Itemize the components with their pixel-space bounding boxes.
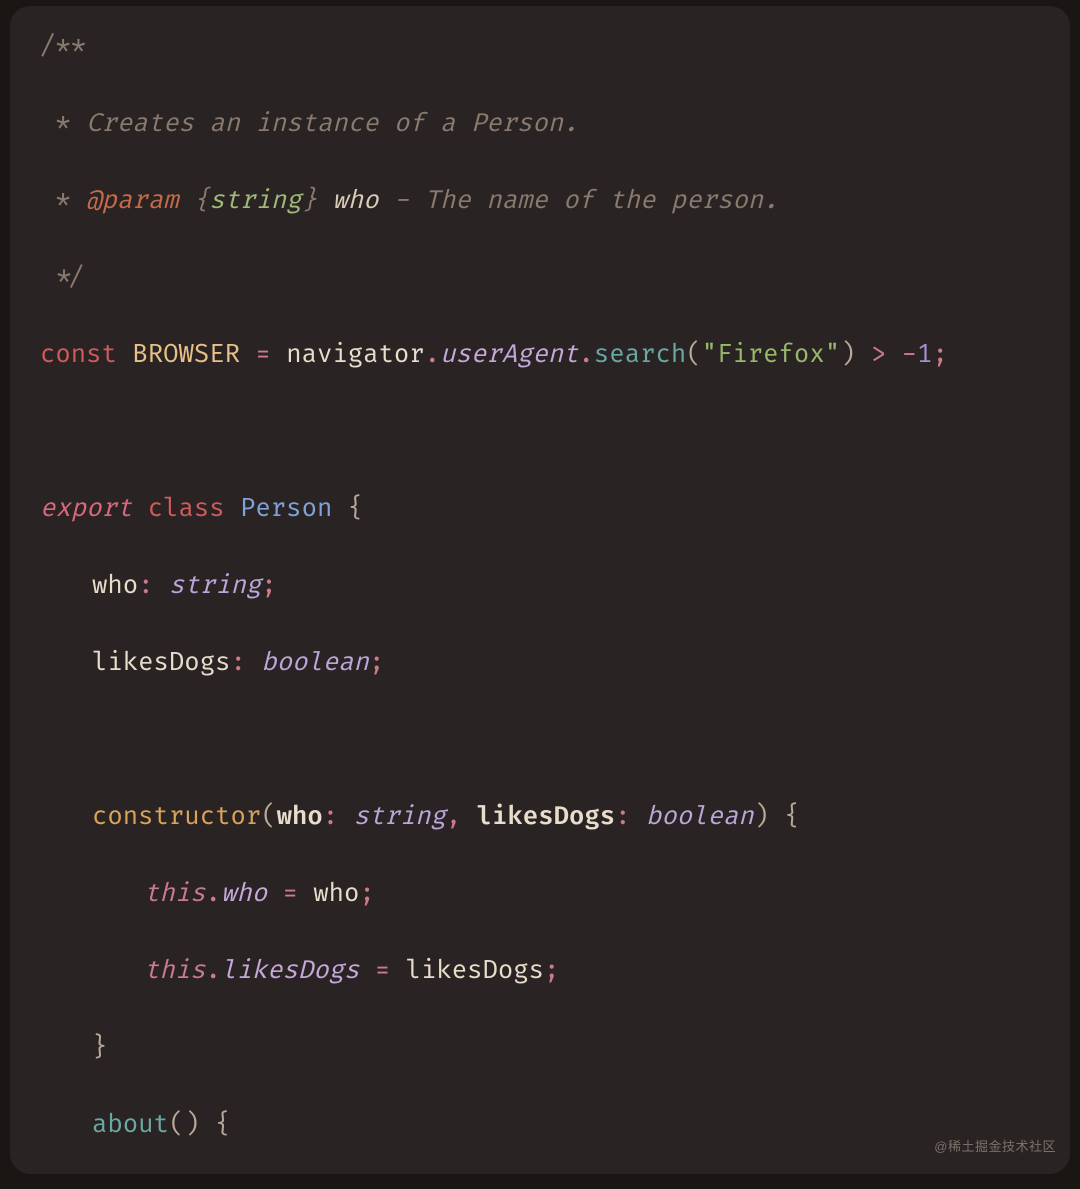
code-line: */ [40,259,1042,298]
code-block: /** * Creates an instance of a Person. *… [40,28,1042,1174]
code-line: this.likesDogs = likesDogs; [40,952,1042,991]
watermark-text: @稀土掘金技术社区 [934,1128,1056,1167]
code-line: who: string; [40,567,1042,606]
code-line [40,413,1042,452]
code-line: } [40,1029,1042,1068]
code-editor-pane[interactable]: /** * Creates an instance of a Person. *… [10,6,1070,1174]
code-line: /** [40,28,1042,67]
code-line: * Creates an instance of a Person. [40,105,1042,144]
code-line: const BROWSER = navigator.userAgent.sear… [40,336,1042,375]
code-line: about() { [40,1106,1042,1145]
code-line: this.who = who; [40,875,1042,914]
code-line: export class Person { [40,490,1042,529]
code-line [40,721,1042,760]
code-line: * @param {string} who - The name of the … [40,182,1042,221]
code-line: likesDogs: boolean; [40,644,1042,683]
code-line: constructor(who: string, likesDogs: bool… [40,798,1042,837]
